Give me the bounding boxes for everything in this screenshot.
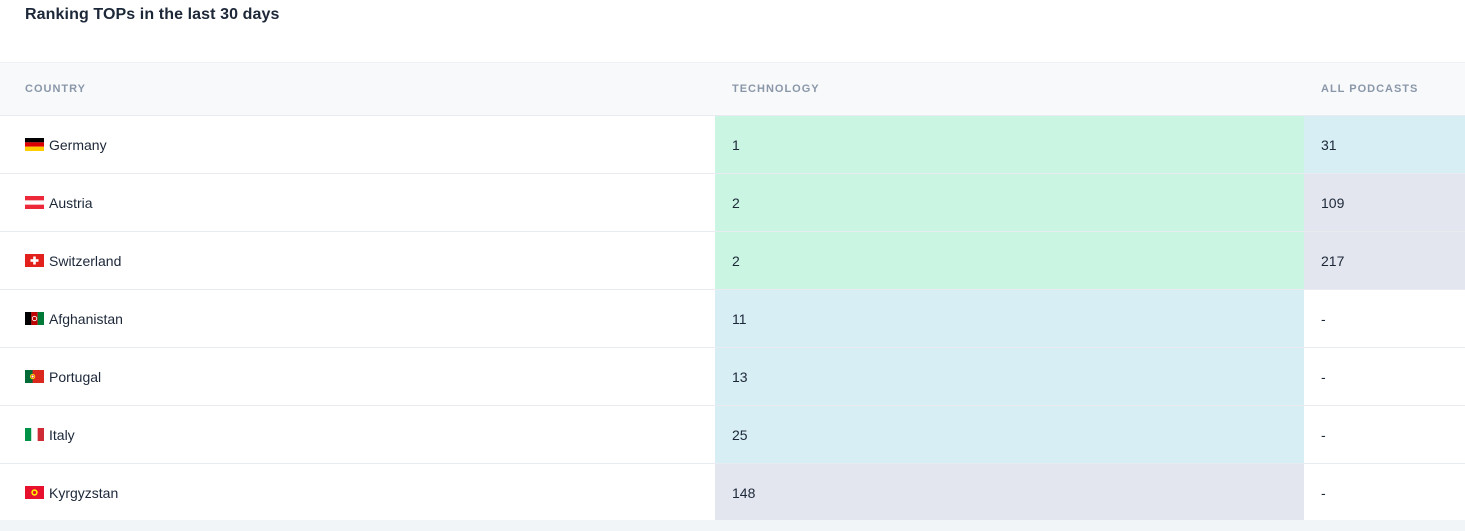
table-row[interactable]: Kyrgyzstan 148 - xyxy=(0,464,1465,521)
page-title: Ranking TOPs in the last 30 days xyxy=(25,6,280,23)
table-row[interactable]: Afghanistan 11 - xyxy=(0,290,1465,348)
switzerland-flag-icon xyxy=(25,254,44,267)
table-row[interactable]: Germany 1 31 xyxy=(0,116,1465,174)
technology-rank-cell: 148 xyxy=(715,464,1304,521)
country-cell: Italy xyxy=(0,406,715,463)
austria-flag-icon xyxy=(25,196,44,209)
column-header-country[interactable]: COUNTRY xyxy=(0,83,715,95)
table-row[interactable]: Switzerland 2 217 xyxy=(0,232,1465,290)
country-cell: Germany xyxy=(0,116,715,173)
germany-flag-icon xyxy=(25,138,44,151)
technology-rank-cell: 13 xyxy=(715,348,1304,405)
country-cell: Austria xyxy=(0,174,715,231)
afghanistan-flag-icon xyxy=(25,312,44,325)
country-name: Austria xyxy=(49,194,93,211)
table-header: COUNTRY TECHNOLOGY ALL PODCASTS xyxy=(0,63,1465,116)
all-podcasts-rank-cell: - xyxy=(1304,406,1465,463)
country-cell: Afghanistan xyxy=(0,290,715,347)
technology-rank-cell: 2 xyxy=(715,174,1304,231)
country-cell: Portugal xyxy=(0,348,715,405)
technology-rank-cell: 25 xyxy=(715,406,1304,463)
all-podcasts-rank-cell: 217 xyxy=(1304,232,1465,289)
all-podcasts-rank-cell: - xyxy=(1304,290,1465,347)
all-podcasts-rank-cell: 109 xyxy=(1304,174,1465,231)
kyrgyzstan-flag-icon xyxy=(25,486,44,499)
country-cell: Switzerland xyxy=(0,232,715,289)
all-podcasts-rank-cell: 31 xyxy=(1304,116,1465,173)
technology-rank-cell: 2 xyxy=(715,232,1304,289)
table-row[interactable]: Italy 25 - xyxy=(0,406,1465,464)
column-header-technology[interactable]: TECHNOLOGY xyxy=(715,83,1304,95)
technology-rank-cell: 11 xyxy=(715,290,1304,347)
technology-rank-cell: 1 xyxy=(715,116,1304,173)
all-podcasts-rank-cell: - xyxy=(1304,348,1465,405)
country-name: Kyrgyzstan xyxy=(49,484,119,501)
country-name: Germany xyxy=(49,136,107,153)
table-footer-strip xyxy=(0,520,1465,531)
country-cell: Kyrgyzstan xyxy=(0,464,715,521)
italy-flag-icon xyxy=(25,428,44,441)
portugal-flag-icon xyxy=(25,370,44,383)
table-row[interactable]: Austria 2 109 xyxy=(0,174,1465,232)
country-name: Afghanistan xyxy=(49,310,123,327)
column-header-all-podcasts[interactable]: ALL PODCASTS xyxy=(1304,83,1465,95)
all-podcasts-rank-cell: - xyxy=(1304,464,1465,521)
country-name: Switzerland xyxy=(49,252,122,269)
country-name: Italy xyxy=(49,426,75,443)
table-row[interactable]: Portugal 13 - xyxy=(0,348,1465,406)
ranking-table: COUNTRY TECHNOLOGY ALL PODCASTS Germany … xyxy=(0,62,1465,521)
country-name: Portugal xyxy=(49,368,102,385)
